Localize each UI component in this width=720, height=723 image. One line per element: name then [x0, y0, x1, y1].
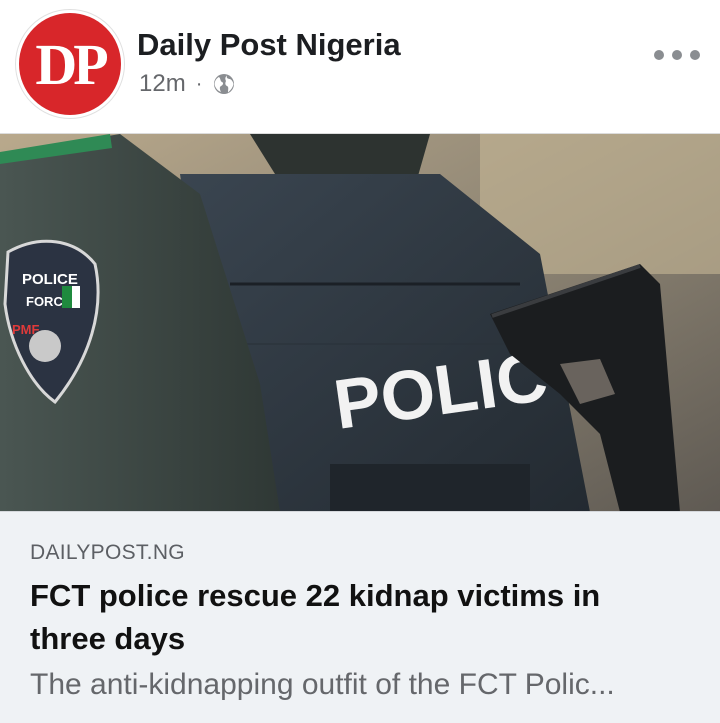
post-timestamp[interactable]: 12m: [139, 70, 186, 98]
meta-separator: ·: [195, 72, 203, 95]
post-meta: 12m ·: [139, 70, 236, 98]
post-header: DP Daily Post Nigeria 12m ·: [0, 0, 720, 133]
globe-icon[interactable]: [212, 72, 236, 96]
police-officer-photo: POLICE FORCE PMF POLIC: [0, 134, 720, 512]
avatar-logo-text: DP: [35, 32, 108, 97]
link-domain: DAILYPOST.NG: [30, 541, 185, 564]
more-options-icon[interactable]: [654, 48, 700, 62]
page-name-link[interactable]: Daily Post Nigeria: [137, 27, 401, 63]
link-excerpt: The anti-kidnapping outfit of the FCT Po…: [30, 668, 615, 701]
more-dot: [654, 50, 664, 60]
facebook-post: DP Daily Post Nigeria 12m · POLICE FORCE…: [0, 0, 720, 723]
patch-text-pmf: PMF: [12, 322, 40, 337]
link-preview[interactable]: DAILYPOST.NG FCT police rescue 22 kidnap…: [0, 511, 720, 723]
page-avatar[interactable]: DP: [19, 13, 121, 115]
post-image[interactable]: POLICE FORCE PMF POLIC: [0, 133, 720, 512]
patch-text-police: POLICE: [22, 271, 78, 288]
more-dot: [672, 50, 682, 60]
more-dot: [690, 50, 700, 60]
link-headline[interactable]: FCT police rescue 22 kidnap victims in t…: [30, 574, 670, 660]
